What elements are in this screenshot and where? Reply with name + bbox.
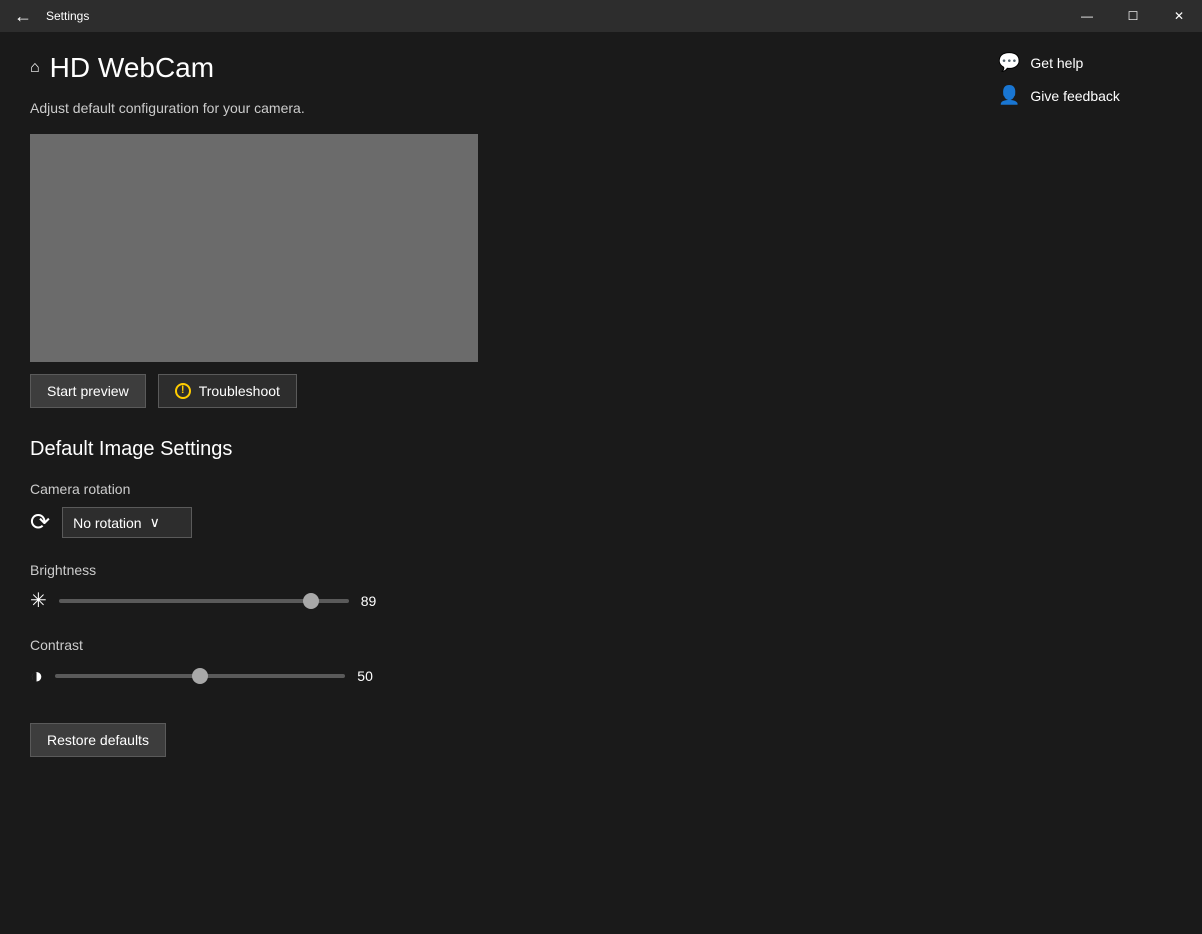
warning-icon [175,383,191,399]
back-button[interactable]: ← [8,4,38,29]
restore-defaults-button[interactable]: Restore defaults [30,723,166,757]
start-preview-button[interactable]: Start preview [30,374,146,408]
button-row: Start preview Troubleshoot [30,374,952,408]
get-help-link[interactable]: 💬 Get help [998,52,1186,73]
camera-rotation-control: ⟳ No rotation ∨ [30,507,952,538]
get-help-icon: 💬 [998,52,1020,73]
contrast-slider[interactable] [55,674,345,678]
right-panel: 💬 Get help 👤 Give feedback [982,32,1202,934]
give-feedback-label: Give feedback [1030,88,1120,104]
chevron-down-icon: ∨ [150,514,160,531]
troubleshoot-button[interactable]: Troubleshoot [158,374,297,408]
titlebar-controls: — ☐ ✕ [1064,0,1202,32]
camera-rotation-label: Camera rotation [30,481,952,497]
contrast-setting: Contrast ◑ 50 [30,637,952,689]
close-button[interactable]: ✕ [1156,0,1202,32]
titlebar-left: ← Settings [8,4,89,29]
troubleshoot-label: Troubleshoot [199,383,280,399]
brightness-icon: ✳ [30,588,47,613]
subtitle-text: Adjust default configuration for your ca… [30,100,952,116]
contrast-control: ◑ 50 [30,663,952,689]
give-feedback-icon: 👤 [998,85,1020,106]
home-icon[interactable]: ⌂ [30,59,40,77]
brightness-control: ✳ 89 [30,588,952,613]
camera-rotation-value: No rotation [73,515,141,531]
brightness-setting: Brightness ✳ 89 [30,562,952,613]
titlebar-title: Settings [46,9,89,23]
titlebar: ← Settings — ☐ ✕ [0,0,1202,32]
camera-rotation-dropdown[interactable]: No rotation ∨ [62,507,192,538]
contrast-label: Contrast [30,637,952,653]
contrast-icon: ◑ [30,663,43,689]
brightness-slider[interactable] [59,599,349,603]
camera-preview [30,134,478,362]
section-title: Default Image Settings [30,438,952,461]
breadcrumb: ⌂ HD WebCam [30,52,952,84]
brightness-label: Brightness [30,562,952,578]
content-area: ⌂ HD WebCam Adjust default configuration… [0,32,982,934]
minimize-button[interactable]: — [1064,0,1110,32]
maximize-button[interactable]: ☐ [1110,0,1156,32]
camera-rotate-icon: ⟳ [30,508,50,537]
give-feedback-link[interactable]: 👤 Give feedback [998,85,1186,106]
main-area: ⌂ HD WebCam Adjust default configuration… [0,32,1202,934]
page-title: HD WebCam [50,52,214,84]
get-help-label: Get help [1030,55,1083,71]
brightness-value: 89 [361,593,391,609]
contrast-value: 50 [357,668,387,684]
camera-rotation-setting: Camera rotation ⟳ No rotation ∨ [30,481,952,538]
